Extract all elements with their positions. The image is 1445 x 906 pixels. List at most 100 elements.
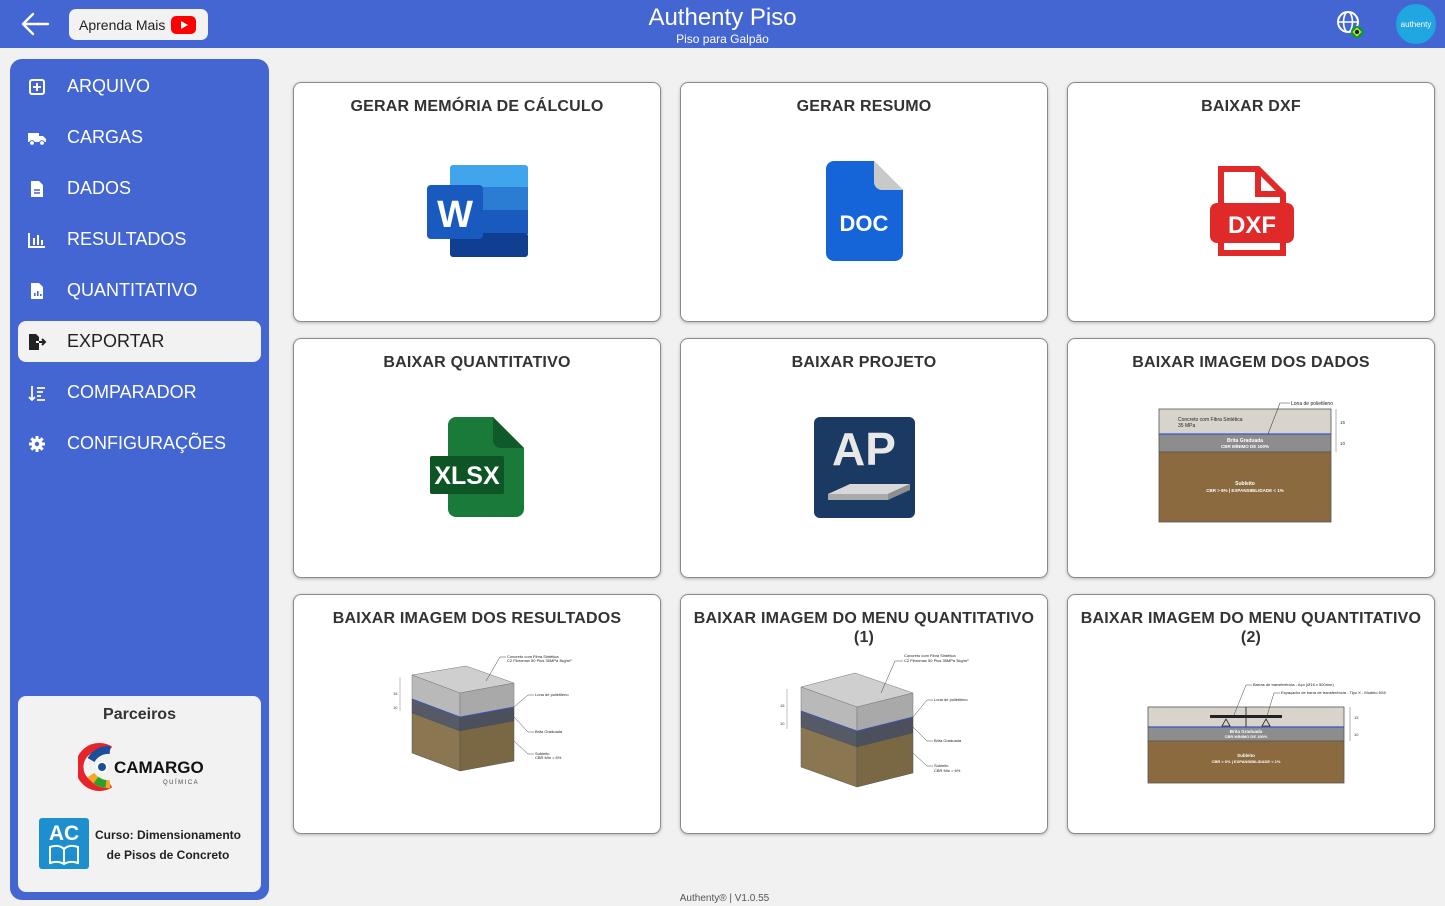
dxf-label: DXF: [1228, 212, 1276, 239]
block-diagram: Concreto com Fibra Sintética C2 Fibromax…: [777, 653, 977, 798]
word-letter: W: [437, 194, 473, 236]
card-title: BAIXAR QUANTITATIVO: [383, 354, 571, 371]
diagram-lona-label: Lona de polietileno: [1291, 401, 1333, 407]
card-baixar-imagem-quantitativo-2[interactable]: BAIXAR IMAGEM DO MENU QUANTITATIVO (2) B…: [1067, 594, 1435, 834]
block-lona-label: Lona de polietileno: [934, 697, 968, 702]
sidebar-item-arquivo[interactable]: ARQUIVO: [18, 66, 261, 107]
youtube-icon: [171, 15, 197, 34]
partners-title: Parceiros: [103, 706, 176, 723]
diagram-dim-15: 15: [1354, 715, 1359, 720]
learn-more-label: Aprenda Mais: [79, 16, 166, 33]
block-diagram: Concreto com Fibra Sintética C2 Fibromax…: [388, 651, 578, 784]
card-baixar-dxf[interactable]: BAIXAR DXF DXF: [1067, 82, 1435, 322]
report-icon: [27, 281, 47, 301]
diagram-dim-10: 10: [1340, 441, 1346, 446]
sidebar-item-comparador[interactable]: COMPARADOR: [18, 372, 261, 413]
card-baixar-imagem-resultados[interactable]: BAIXAR IMAGEM DOS RESULTADOS Concreto co…: [293, 594, 661, 834]
language-globe-icon[interactable]: [1335, 9, 1365, 39]
block-dim-15: 15: [780, 703, 785, 708]
card-baixar-projeto[interactable]: BAIXAR PROJETO AP: [680, 338, 1048, 578]
diagram-dim-10: 10: [1354, 732, 1359, 737]
block-dim-10: 10: [393, 705, 398, 710]
camargo-sub: QUÍMICA: [163, 779, 199, 786]
learn-more-button[interactable]: Aprenda Mais: [69, 9, 208, 40]
app-title: Authenty Piso: [648, 4, 797, 31]
sidebar: ARQUIVO CARGAS DADOS RESULTADOS QUANTITA…: [10, 59, 269, 900]
diagram-subleito-label: Subleito: [1235, 481, 1255, 487]
block-subleito-cbr: CBR Min = 6%: [535, 755, 562, 760]
gear-icon: [27, 434, 47, 454]
export-icon: [27, 332, 47, 352]
doc-file-icon: DOC: [826, 160, 904, 267]
block-brita-label: Brita Graduada: [934, 738, 962, 743]
xlsx-file-icon: XLSX: [428, 416, 526, 523]
card-baixar-imagem-dados[interactable]: BAIXAR IMAGEM DOS DADOS Lona de polietil…: [1067, 338, 1435, 578]
course-logo: AC: [39, 818, 89, 869]
card-title: BAIXAR IMAGEM DOS DADOS: [1132, 354, 1370, 371]
sidebar-item-quantitativo[interactable]: QUANTITATIVO: [18, 270, 261, 311]
diagram-dim-15: 15: [1340, 420, 1346, 425]
card-gerar-memoria[interactable]: GERAR MEMÓRIA DE CÁLCULO W: [293, 82, 661, 322]
app-subtitle: Piso para Galpão: [676, 32, 769, 46]
sidebar-item-label: ARQUIVO: [67, 76, 151, 96]
course-link[interactable]: AC Curso: Dimensionamento de Pisos de Co…: [39, 818, 249, 870]
back-arrow-icon[interactable]: [18, 10, 52, 38]
dxf-file-icon: DXF: [1208, 165, 1296, 262]
diagram-subleito-cbr: CBR > 6% | EXPANSIBILIDADE < 1%: [1206, 488, 1283, 493]
sidebar-item-cargas[interactable]: CARGAS: [18, 117, 261, 158]
course-line2: de Pisos de Concreto: [106, 848, 230, 862]
card-title: BAIXAR IMAGEM DOS RESULTADOS: [332, 610, 622, 627]
block-brita-label: Brita Graduada: [535, 729, 563, 734]
sort-icon: [27, 383, 47, 403]
diagram-concreto-mpa: 35 MPa: [1178, 423, 1195, 429]
user-avatar[interactable]: authenty: [1396, 4, 1436, 44]
bar-chart-icon: [27, 230, 47, 250]
sidebar-item-label: EXPORTAR: [67, 331, 165, 351]
xlsx-label: XLSX: [434, 462, 500, 490]
card-baixar-quantitativo[interactable]: BAIXAR QUANTITATIVO XLSX: [293, 338, 661, 578]
app-header: Aprenda Mais Authenty Piso Piso para Gal…: [0, 0, 1445, 48]
ap-project-icon: AP: [814, 417, 915, 523]
block-concreto-mpa: C2 Fibromax 50 Plus 35MPa 3kg/m³: [904, 658, 969, 663]
block-lona-label: Lona de polietileno: [535, 692, 569, 697]
sidebar-item-label: CARGAS: [67, 127, 144, 147]
sidebar-item-label: CONFIGURAÇÕES: [67, 433, 227, 453]
card-title: BAIXAR IMAGEM DO MENU QUANTITATIVO (2): [1080, 610, 1422, 646]
camargo-logo[interactable]: CAMARGO QUÍMICA: [75, 742, 208, 792]
diagram-subleito-label: Subleito: [1237, 753, 1255, 758]
doc-label: DOC: [840, 211, 889, 236]
diagram-barras-label: Barras de transferência - Aço (Ø16 x 500…: [1253, 682, 1334, 687]
card-title: GERAR MEMÓRIA DE CÁLCULO: [350, 98, 604, 115]
section-diagram: Lona de polietileno Concreto com Fibra S…: [1148, 397, 1358, 532]
sidebar-item-label: RESULTADOS: [67, 229, 187, 249]
footer-version: Authenty® | V1.0.55: [679, 893, 770, 904]
block-subleito-cbr: CBR Min = 6%: [934, 768, 961, 773]
card-title: BAIXAR IMAGEM DO MENU QUANTITATIVO (1): [693, 610, 1035, 646]
diagram-brita-cbr: CBR MÍNIMO DE 100%: [1225, 734, 1268, 739]
block-concreto-mpa: C2 Fibromax 50 Plus 35MPa 3kg/m³: [507, 658, 572, 663]
diagram-espacador-label: Espaçador de barra de transferência - Ti…: [1281, 690, 1387, 695]
diagram-subleito-cbr: CBR > 6% | EXPANSIBILIDADE < 1%: [1212, 759, 1281, 764]
ap-label: AP: [832, 423, 896, 475]
sidebar-item-configuracoes[interactable]: CONFIGURAÇÕES: [18, 423, 261, 464]
course-text: Curso: Dimensionamento de Pisos de Concr…: [93, 825, 243, 865]
word-icon: W: [427, 163, 529, 264]
course-logo-text: AC: [49, 822, 79, 845]
file-add-icon: [27, 77, 47, 97]
card-title: BAIXAR DXF: [1201, 98, 1301, 115]
camargo-name: CAMARGO: [114, 758, 204, 777]
card-baixar-imagem-quantitativo-1[interactable]: BAIXAR IMAGEM DO MENU QUANTITATIVO (1) C…: [680, 594, 1048, 834]
card-gerar-resumo[interactable]: GERAR RESUMO DOC: [680, 82, 1048, 322]
block-dim-10: 10: [780, 721, 785, 726]
sidebar-item-dados[interactable]: DADOS: [18, 168, 261, 209]
block-dim-15: 15: [393, 691, 398, 696]
diagram-brita-cbr: CBR MÍNIMO DE 100%: [1221, 442, 1269, 449]
course-line1: Curso: Dimensionamento: [94, 828, 241, 842]
sidebar-item-label: QUANTITATIVO: [67, 280, 198, 300]
sidebar-item-exportar[interactable]: EXPORTAR: [18, 321, 261, 362]
section-diagram: Barras de transferência - Aço (Ø16 x 500…: [1138, 677, 1408, 792]
truck-icon: [27, 128, 47, 148]
sidebar-item-label: DADOS: [67, 178, 132, 198]
sidebar-item-resultados[interactable]: RESULTADOS: [18, 219, 261, 260]
card-title: BAIXAR PROJETO: [791, 354, 937, 371]
